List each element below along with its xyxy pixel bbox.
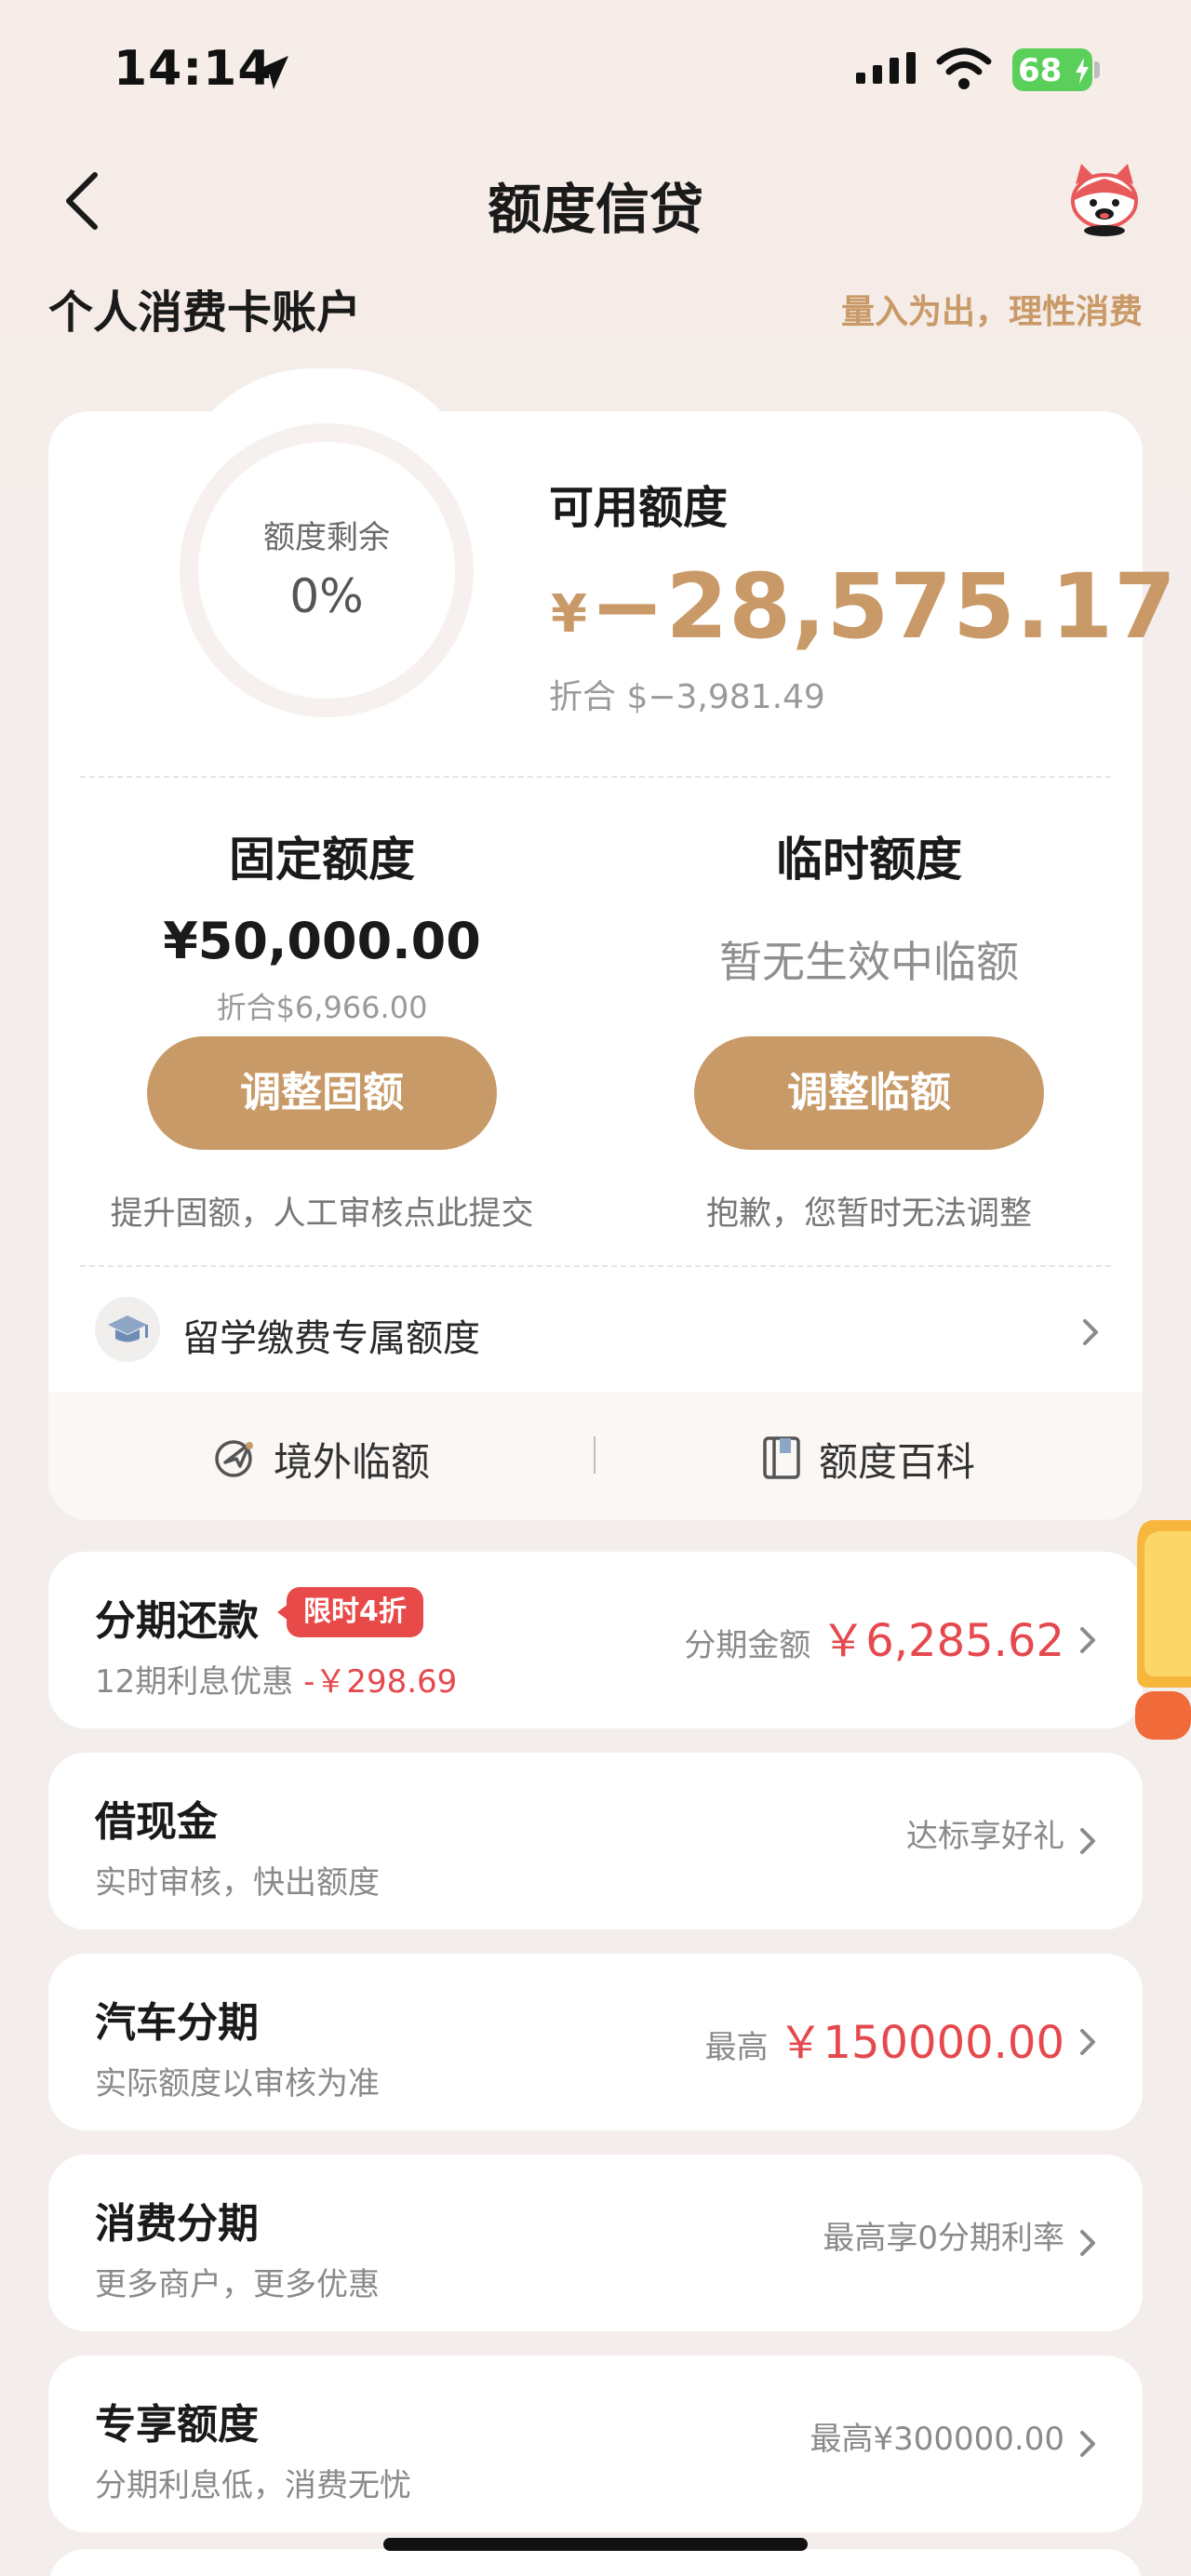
card-subtitle: 分期利息低，消费无忧 xyxy=(95,2467,411,2504)
exclusive-quota-card[interactable]: 专享额度 分期利息低，消费无忧 最高¥300000.00 xyxy=(48,2356,1143,2532)
chevron-right-icon xyxy=(1080,2029,1095,2055)
fixed-note[interactable]: 提升固额，人工审核点此提交 xyxy=(61,1187,582,1235)
car-installment-card[interactable]: 汽车分期 实际额度以审核为准 最高 ￥150000.00 xyxy=(48,1954,1143,2130)
adjust-fixed-button[interactable]: 调整固额 xyxy=(147,1036,497,1150)
study-quota-row[interactable]: 留学缴费专属额度 xyxy=(48,1280,1143,1382)
charging-bolt-icon xyxy=(1076,58,1089,84)
globe-plane-icon xyxy=(215,1440,253,1477)
card-subtitle: 更多商户，更多优惠 xyxy=(95,2266,380,2303)
credit-wiki-link[interactable]: 额度百科 xyxy=(761,1429,1040,1485)
card-right: 分期金额 ￥6,285.62 xyxy=(684,1604,1064,1669)
card-title: 汽车分期 xyxy=(95,1999,259,2047)
wifi-icon xyxy=(936,47,992,89)
study-icon-wrap xyxy=(95,1297,160,1362)
study-label: 留学缴费专属额度 xyxy=(182,1317,480,1360)
slogan: 量入为出，理性消费 xyxy=(840,293,1143,331)
consumer-installment-card[interactable]: 消费分期 更多商户，更多优惠 最高享0分期利率 xyxy=(48,2155,1143,2331)
overseas-temp-link[interactable]: 境外临额 xyxy=(212,1429,491,1485)
chevron-right-icon xyxy=(1080,1627,1095,1653)
chevron-right-icon xyxy=(1080,2230,1095,2256)
divider xyxy=(80,776,1111,778)
card-subtitle: 12期利息优惠 -￥298.69 xyxy=(95,1656,457,1702)
available-currency: ¥ xyxy=(551,584,587,645)
chevron-right-icon xyxy=(1080,1828,1095,1854)
quick-links-bar: 境外临额 额度百科 xyxy=(48,1392,1143,1520)
discount-badge: 限时4折 xyxy=(287,1587,423,1637)
card-right: 最高享0分期利率 xyxy=(823,2220,1064,2257)
quick-divider xyxy=(594,1436,596,1474)
right-value: ￥150000.00 xyxy=(778,2017,1064,2069)
next-card-peek xyxy=(48,2549,1143,2576)
right-value: ￥6,285.62 xyxy=(821,1615,1064,1667)
divider xyxy=(80,1265,1111,1267)
mascot-assistant-icon[interactable] xyxy=(1063,160,1146,238)
adjust-temp-button[interactable]: 调整临额 xyxy=(694,1036,1044,1150)
temp-title: 临时额度 xyxy=(776,833,962,887)
fixed-amount: ¥50,000.00 xyxy=(163,912,481,970)
battery-indicator: 68 xyxy=(1012,48,1100,91)
card-right: 达标享好礼 xyxy=(906,1818,1064,1855)
installment-repay-card[interactable]: 分期还款 限时4折 12期利息优惠 -￥298.69 分期金额 ￥6,285.6… xyxy=(48,1552,1143,1728)
ring-value: 0% xyxy=(289,569,364,623)
credit-wiki-label: 额度百科 xyxy=(819,1439,976,1485)
fixed-title: 固定额度 xyxy=(229,833,415,887)
home-indicator xyxy=(383,2538,808,2551)
ring-label: 额度剩余 xyxy=(263,519,390,556)
right-label: 分期金额 xyxy=(684,1627,811,1664)
card-right: 最高¥300000.00 xyxy=(810,2421,1065,2458)
chevron-right-icon xyxy=(1080,2431,1095,2457)
temp-status: 暂无生效中临额 xyxy=(719,937,1019,987)
card-title: 消费分期 xyxy=(95,2200,259,2248)
fixed-usd: 折合$6,966.00 xyxy=(216,990,428,1025)
battery-tip xyxy=(1094,61,1100,78)
location-arrow-icon xyxy=(255,56,288,89)
card-subtitle: 实时审核，快出额度 xyxy=(95,1864,380,1902)
chevron-right-icon xyxy=(1083,1319,1098,1345)
account-title: 个人消费卡账户 xyxy=(48,287,362,339)
status-time: 14:14 xyxy=(114,41,273,97)
overseas-temp-label: 境外临额 xyxy=(274,1439,431,1485)
card-right: 最高 ￥150000.00 xyxy=(705,2006,1064,2071)
graduation-cap-icon xyxy=(108,1315,148,1342)
card-title: 借现金 xyxy=(95,1798,218,1846)
book-icon xyxy=(763,1436,800,1479)
right-label: 最高 xyxy=(704,2029,769,2066)
available-usd: 折合 $−3,981.49 xyxy=(549,678,825,716)
cellular-signal-icon xyxy=(856,52,916,84)
card-title: 专享额度 xyxy=(95,2401,259,2449)
temp-note: 抱歉，您暂时无法调整 xyxy=(705,1195,1032,1233)
floating-promo-widget[interactable] xyxy=(1131,1520,1191,1740)
card-title: 分期还款 xyxy=(95,1597,259,1645)
page-title: 额度信贷 xyxy=(487,178,703,241)
available-amount: −28,575.17 xyxy=(590,554,1177,659)
card-subtitle: 实际额度以审核为准 xyxy=(95,2065,380,2102)
subtitle-text: 12期利息优惠 xyxy=(95,1663,294,1701)
status-bar: 14:14 68 xyxy=(0,0,1191,140)
available-label: 可用额度 xyxy=(549,482,729,534)
battery-level: 68 xyxy=(1018,52,1063,89)
subtitle-discount: -￥298.69 xyxy=(303,1663,458,1701)
cash-loan-card[interactable]: 借现金 实时审核，快出额度 达标享好礼 xyxy=(48,1753,1143,1929)
